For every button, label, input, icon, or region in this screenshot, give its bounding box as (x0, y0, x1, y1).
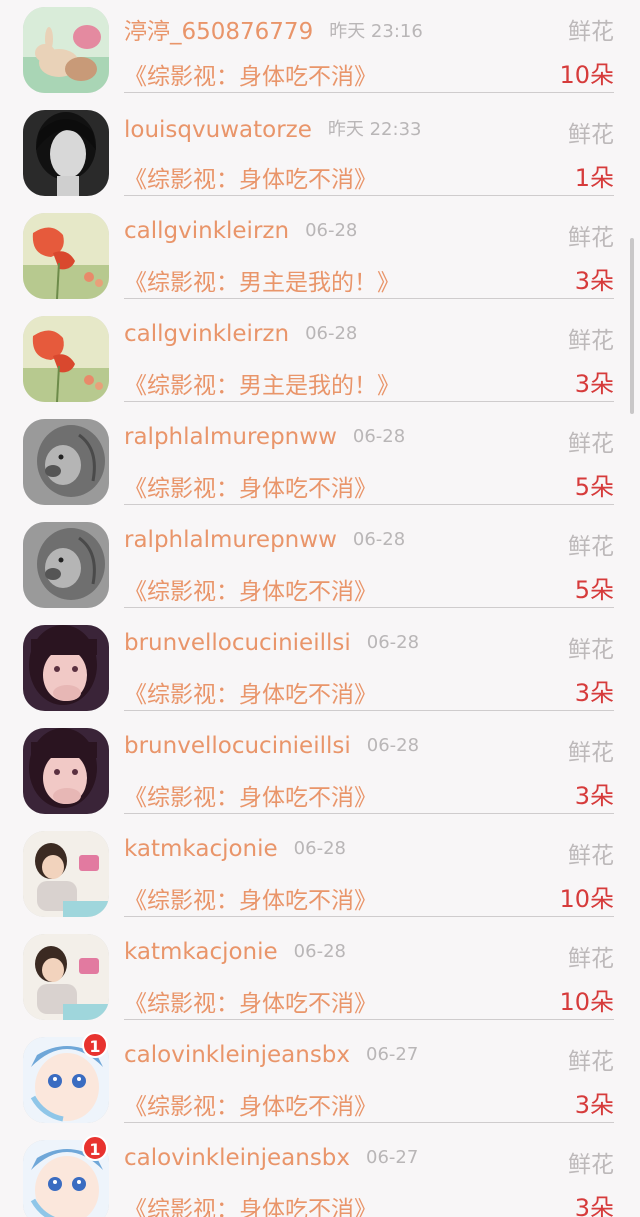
user-name[interactable]: callgvinkleirzn 06-28 (124, 321, 357, 347)
work-title[interactable]: 《综影视：身体吃不消》 (124, 778, 377, 812)
list-item[interactable]: ralphlalmurepnww 06-28 鲜花 《综影视：身体吃不消》 5朵 (0, 515, 640, 618)
user-name[interactable]: katmkacjonie 06-28 (124, 939, 346, 965)
gift-record-list[interactable]: 渟渟_650876779 昨天 23:16 鲜花 《综影视：身体吃不消》 10朵 … (0, 0, 640, 1217)
gift-count: 10朵 (559, 988, 614, 1016)
vertical-scrollbar[interactable] (630, 238, 634, 414)
poppy-flower-avatar[interactable] (23, 316, 109, 402)
user-name[interactable]: katmkacjonie 06-28 (124, 836, 346, 862)
user-name[interactable]: brunvellocucinieillsi 06-28 (124, 733, 419, 759)
list-item[interactable]: brunvellocucinieillsi 06-28 鲜花 《综影视：身体吃不消… (0, 721, 640, 824)
list-item[interactable]: brunvellocucinieillsi 06-28 鲜花 《综影视：身体吃不消… (0, 618, 640, 721)
work-title[interactable]: 《综影视：身体吃不消》 (124, 675, 377, 709)
row-divider (124, 813, 614, 814)
gift-time: 昨天 23:16 (329, 21, 423, 42)
gift-time: 06-28 (293, 941, 346, 962)
gift-type: 鲜花 (568, 637, 614, 663)
row-divider (124, 1122, 614, 1123)
row-divider (124, 195, 614, 196)
gift-count: 3朵 (574, 1194, 614, 1217)
gift-count: 3朵 (574, 370, 614, 398)
girl-selfie-avatar[interactable] (23, 625, 109, 711)
work-title[interactable]: 《综影视：男主是我的！》 (124, 263, 400, 297)
gift-time: 06-28 (352, 426, 406, 447)
gift-count: 10朵 (559, 61, 614, 89)
work-title[interactable]: 《综影视：身体吃不消》 (124, 881, 377, 915)
list-item[interactable]: ralphlalmurepnww 06-28 鲜花 《综影视：身体吃不消》 5朵 (0, 412, 640, 515)
user-name[interactable]: brunvellocucinieillsi 06-28 (124, 630, 419, 656)
work-title[interactable]: 《综影视：男主是我的！》 (124, 366, 400, 400)
list-item[interactable]: callgvinkleirzn 06-28 鲜花 《综影视：男主是我的！》 3朵 (0, 309, 640, 412)
child-photo-avatar[interactable] (23, 934, 109, 1020)
row-divider (124, 401, 614, 402)
gift-type: 鲜花 (568, 225, 614, 251)
row-divider (124, 298, 614, 299)
work-title[interactable]: 《综影视：身体吃不消》 (124, 572, 377, 606)
gift-count: 3朵 (574, 1091, 614, 1119)
gift-time: 06-27 (366, 1044, 419, 1065)
gift-time: 06-28 (305, 220, 358, 241)
work-title[interactable]: 《综影视：身体吃不消》 (124, 984, 377, 1018)
gift-type: 鲜花 (568, 328, 614, 354)
gift-type: 鲜花 (568, 946, 614, 972)
gift-time: 06-28 (293, 838, 346, 859)
gift-count: 3朵 (574, 782, 614, 810)
poppy-flower-avatar[interactable] (23, 213, 109, 299)
unread-badge: 1 (82, 1032, 108, 1058)
woman-portrait-avatar[interactable] (23, 110, 109, 196)
work-title[interactable]: 《综影视：身体吃不消》 (124, 469, 377, 503)
user-name[interactable]: louisqvuwatorze 昨天 22:33 (124, 115, 421, 143)
lion-sketch-avatar[interactable] (23, 522, 109, 608)
gift-type: 鲜花 (568, 740, 614, 766)
child-photo-avatar[interactable] (23, 831, 109, 917)
gift-time: 昨天 22:33 (327, 119, 422, 140)
gift-time: 06-28 (305, 323, 358, 344)
list-item[interactable]: louisqvuwatorze 昨天 22:33 鲜花 《综影视：身体吃不消》 1… (0, 103, 640, 206)
user-name[interactable]: 渟渟_650876779 昨天 23:16 (124, 12, 423, 46)
row-divider (124, 504, 614, 505)
gift-type: 鲜花 (568, 534, 614, 560)
row-divider (124, 710, 614, 711)
user-name[interactable]: callgvinkleirzn 06-28 (124, 218, 357, 244)
row-divider (124, 916, 614, 917)
gift-type: 鲜花 (568, 1049, 614, 1075)
gift-type: 鲜花 (568, 19, 614, 45)
gift-count: 5朵 (574, 576, 614, 604)
list-item[interactable]: callgvinkleirzn 06-28 鲜花 《综影视：男主是我的！》 3朵 (0, 206, 640, 309)
gift-time: 06-27 (366, 1147, 419, 1168)
gift-type: 鲜花 (568, 1152, 614, 1178)
work-title[interactable]: 《综影视：身体吃不消》 (124, 1190, 377, 1217)
gift-count: 10朵 (559, 885, 614, 913)
gift-type: 鲜花 (568, 431, 614, 457)
work-title[interactable]: 《综影视：身体吃不消》 (124, 160, 377, 194)
list-item[interactable]: 1 calovinkleinjeansbx 06-27 鲜花 《综影视：身体吃不消… (0, 1030, 640, 1133)
list-item[interactable]: 渟渟_650876779 昨天 23:16 鲜花 《综影视：身体吃不消》 10朵 (0, 0, 640, 103)
list-item[interactable]: 1 calovinkleinjeansbx 06-27 鲜花 《综影视：身体吃不消… (0, 1133, 640, 1217)
work-title[interactable]: 《综影视：身体吃不消》 (124, 57, 377, 91)
list-item[interactable]: katmkacjonie 06-28 鲜花 《综影视：身体吃不消》 10朵 (0, 824, 640, 927)
unread-badge: 1 (82, 1135, 108, 1161)
gift-time: 06-28 (366, 735, 420, 756)
user-name[interactable]: ralphlalmurepnww 06-28 (124, 527, 405, 553)
gift-time: 06-28 (366, 632, 420, 653)
work-title[interactable]: 《综影视：身体吃不消》 (124, 1087, 377, 1121)
user-name[interactable]: calovinkleinjeansbx 06-27 (124, 1042, 418, 1068)
gift-count: 3朵 (574, 267, 614, 295)
list-item[interactable]: katmkacjonie 06-28 鲜花 《综影视：身体吃不消》 10朵 (0, 927, 640, 1030)
gift-count: 3朵 (574, 679, 614, 707)
bunny-avatar[interactable] (23, 7, 109, 93)
user-name[interactable]: calovinkleinjeansbx 06-27 (124, 1145, 418, 1171)
gift-time: 06-28 (352, 529, 406, 550)
lion-sketch-avatar[interactable] (23, 419, 109, 505)
girl-selfie-avatar[interactable] (23, 728, 109, 814)
gift-type: 鲜花 (568, 843, 614, 869)
gift-count: 1朵 (574, 164, 614, 192)
gift-count: 5朵 (574, 473, 614, 501)
user-name[interactable]: ralphlalmurepnww 06-28 (124, 424, 405, 450)
row-divider (124, 92, 614, 93)
gift-type: 鲜花 (568, 122, 614, 148)
row-divider (124, 607, 614, 608)
row-divider (124, 1019, 614, 1020)
